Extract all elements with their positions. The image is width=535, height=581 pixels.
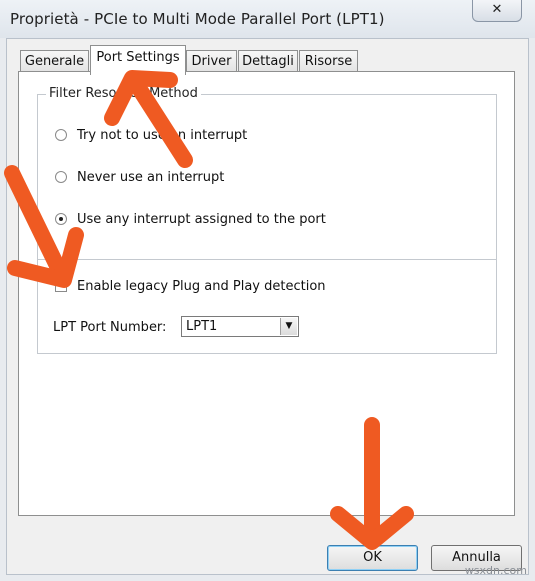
radio-label: Try not to use an interrupt <box>77 128 248 143</box>
lpt-port-label: LPT Port Number: <box>53 320 167 335</box>
radio-label: Never use an interrupt <box>77 170 225 185</box>
close-icon: ✕ <box>491 2 503 17</box>
tab-driver[interactable]: Driver <box>186 50 237 72</box>
radio-button[interactable] <box>55 171 67 183</box>
chevron-down-icon[interactable]: ▼ <box>280 318 297 335</box>
tab-risorse[interactable]: Risorse <box>299 50 358 72</box>
title-bar: Proprietà - PCIe to Multi Mode Parallel … <box>0 0 535 38</box>
legacy-options-box <box>37 259 497 354</box>
tab-generale[interactable]: Generale <box>20 50 89 72</box>
watermark: wsxdn.com <box>464 564 527 577</box>
radio-button-selected[interactable] <box>55 213 67 225</box>
window-title: Proprietà - PCIe to Multi Mode Parallel … <box>10 10 385 28</box>
lpt-port-value: LPT1 <box>186 319 218 334</box>
port-settings-panel: Filter Resource Method Try not to use an… <box>18 71 515 516</box>
radio-button[interactable] <box>55 129 67 141</box>
tab-dettagli[interactable]: Dettagli <box>238 50 298 72</box>
close-button[interactable]: ✕ <box>472 0 522 22</box>
lpt-port-select[interactable]: LPT1 ▼ <box>181 316 299 337</box>
legacy-pnp-checkbox[interactable] <box>55 280 67 292</box>
legacy-pnp-label: Enable legacy Plug and Play detection <box>77 279 326 294</box>
ok-button[interactable]: OK <box>327 545 418 571</box>
filter-resource-title: Filter Resource Method <box>46 86 201 101</box>
radio-label: Use any interrupt assigned to the port <box>77 212 326 227</box>
tab-port-settings[interactable]: Port Settings <box>90 45 186 75</box>
